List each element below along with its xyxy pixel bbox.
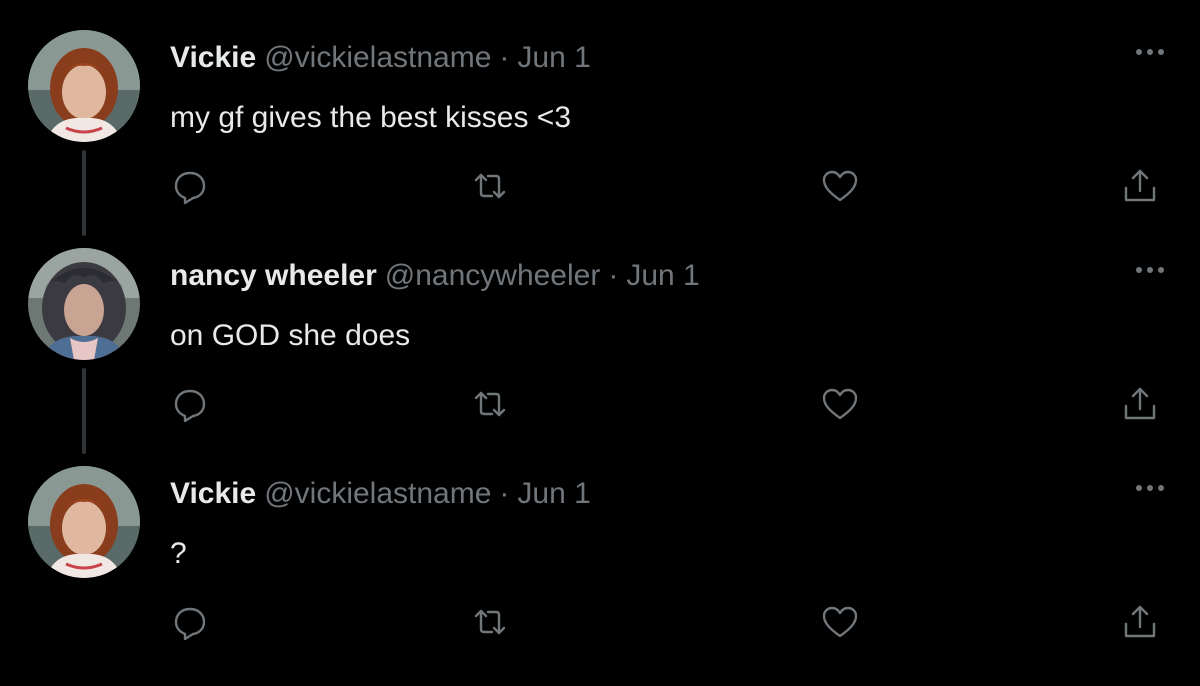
reply-button[interactable] — [170, 602, 210, 642]
display-name[interactable]: nancy wheeler — [170, 259, 377, 292]
display-name[interactable]: Vickie — [170, 41, 256, 74]
like-icon — [822, 170, 858, 202]
avatar[interactable] — [28, 248, 140, 360]
tweet-header: Vickie @vickielastname · Jun 1 — [170, 476, 591, 512]
retweet-icon — [474, 173, 506, 199]
vickie-avatar — [28, 466, 140, 578]
vickie-avatar — [28, 30, 140, 142]
more-icon[interactable] — [1130, 42, 1170, 62]
share-icon — [1124, 605, 1156, 638]
display-name[interactable]: Vickie — [170, 477, 256, 510]
tweet-thread: Vickie @vickielastname · Jun 1 my gf gives … — [0, 0, 1200, 677]
tweet-date[interactable]: Jun 1 — [517, 477, 590, 510]
tweet[interactable]: Vickie @vickielastname · Jun 1 ? — [0, 466, 1200, 686]
separator-dot: · — [499, 477, 510, 510]
tweet-text: on GOD she does — [170, 319, 411, 352]
reply-button[interactable] — [170, 384, 210, 424]
more-icon[interactable] — [1130, 478, 1170, 498]
more-icon[interactable] — [1130, 260, 1170, 280]
retweet-button[interactable] — [470, 602, 510, 642]
like-icon — [822, 388, 858, 420]
tweet-date[interactable]: Jun 1 — [517, 41, 590, 74]
separator-dot: · — [499, 41, 510, 74]
reply-button[interactable] — [170, 166, 210, 206]
share-button[interactable] — [1120, 384, 1160, 424]
nancy-avatar — [28, 248, 140, 360]
tweet-header: Vickie @vickielastname · Jun 1 — [170, 40, 591, 76]
share-button[interactable] — [1120, 602, 1160, 642]
tweet-header: nancy wheeler @nancywheeler · Jun 1 — [170, 258, 700, 294]
tweet-text: ? — [170, 537, 187, 570]
user-handle[interactable]: @vickielastname — [264, 477, 491, 510]
user-handle[interactable]: @vickielastname — [264, 41, 491, 74]
reply-icon — [174, 389, 206, 423]
like-button[interactable] — [820, 602, 860, 642]
retweet-icon — [474, 391, 506, 417]
like-button[interactable] — [820, 384, 860, 424]
like-button[interactable] — [820, 166, 860, 206]
tweet-text: my gf gives the best kisses <3 — [170, 101, 572, 134]
avatar[interactable] — [28, 466, 140, 578]
retweet-button[interactable] — [470, 384, 510, 424]
retweet-button[interactable] — [470, 166, 510, 206]
tweet[interactable]: nancy wheeler @nancywheeler · Jun 1 on GOD … — [0, 248, 1200, 468]
tweet-date[interactable]: Jun 1 — [626, 259, 699, 292]
separator-dot: · — [608, 259, 619, 292]
share-icon — [1124, 387, 1156, 420]
avatar[interactable] — [28, 30, 140, 142]
retweet-icon — [474, 609, 506, 635]
like-icon — [822, 606, 858, 638]
share-icon — [1124, 169, 1156, 202]
tweet[interactable]: Vickie @vickielastname · Jun 1 my gf gives … — [0, 30, 1200, 250]
reply-icon — [174, 171, 206, 205]
user-handle[interactable]: @nancywheeler — [385, 259, 601, 292]
share-button[interactable] — [1120, 166, 1160, 206]
reply-icon — [174, 607, 206, 641]
